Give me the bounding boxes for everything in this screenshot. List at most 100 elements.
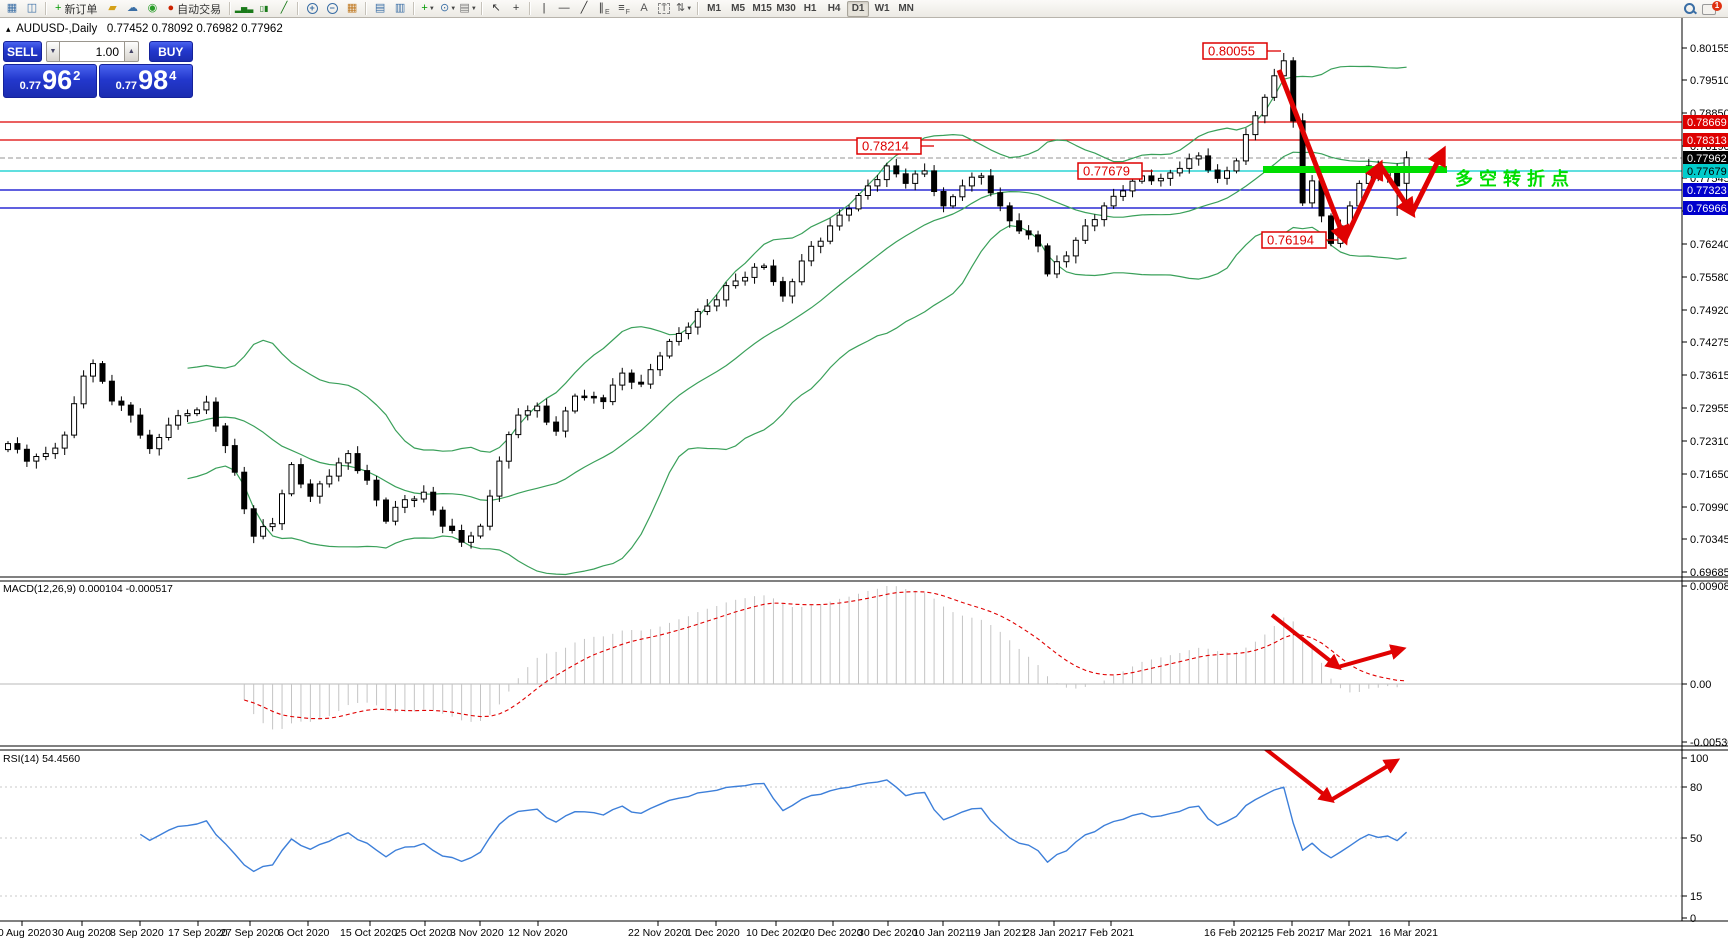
chart-canvas[interactable]: 0.800550.782140.776790.761940.801550.795… xyxy=(0,0,1728,947)
date-label: 15 Oct 2020 xyxy=(340,927,397,939)
zoom-in-icon[interactable]: + xyxy=(302,0,322,17)
timeframe-mn-button[interactable]: MN xyxy=(895,1,917,17)
rsi-panel[interactable] xyxy=(0,747,1682,896)
ohlc-values: 0.77452 0.78092 0.76982 0.77962 xyxy=(107,23,283,35)
arrows-icon[interactable]: ⇅▼ xyxy=(674,0,694,17)
new-order-button[interactable]: +新订单 xyxy=(50,0,102,17)
equidistant-channel-icon-sub: E xyxy=(605,9,610,16)
rsi-tick-label: 0 xyxy=(1690,913,1696,925)
time-axis[interactable]: 20 Aug 202030 Aug 20208 Sep 202017 Sep 2… xyxy=(0,921,1438,939)
svg-text:0.77679: 0.77679 xyxy=(1687,166,1727,178)
buy-price-sup: 4 xyxy=(169,68,176,83)
autotrade-button-icon: ● xyxy=(167,3,174,14)
bar-chart-icon[interactable]: ▂▅▃ xyxy=(234,0,254,17)
rsi-tick-label: 100 xyxy=(1690,753,1708,765)
price-tick-label: 0.80155 xyxy=(1690,43,1728,55)
timeframe-h1-button[interactable]: H1 xyxy=(799,1,821,17)
new-order-button-label: 新订单 xyxy=(64,1,97,17)
toolbar-separator xyxy=(365,2,367,15)
collapse-arrow-icon[interactable]: ▴ xyxy=(6,24,11,34)
price-tick-label: 0.69685 xyxy=(1690,567,1728,579)
timeframe-m30-button[interactable]: M30 xyxy=(775,1,797,17)
macd-tick-label: 0.00 xyxy=(1690,679,1711,691)
autotrade-button-label: 自动交易 xyxy=(177,1,221,17)
data-window-icon[interactable]: ▤ xyxy=(370,0,390,17)
timeframe-w1-button[interactable]: W1 xyxy=(871,1,893,17)
price-tick-label: 0.70345 xyxy=(1690,534,1728,546)
cursor-icon[interactable]: ↖ xyxy=(486,0,506,17)
macd-tick-label: 0.009081 xyxy=(1690,581,1728,593)
date-label: 7 Mar 2021 xyxy=(1319,927,1372,939)
date-label: 25 Oct 2020 xyxy=(395,927,452,939)
price-tick-label: 0.71650 xyxy=(1690,469,1728,481)
date-label: 22 Nov 2020 xyxy=(628,927,688,939)
market-icon[interactable]: ▰ xyxy=(102,0,122,17)
horizontal-line-icon[interactable]: — xyxy=(554,0,574,17)
toolbar-separator xyxy=(229,2,231,15)
profiles-icon[interactable]: ◫ xyxy=(22,0,42,17)
date-label: 17 Sep 2020 xyxy=(168,927,228,939)
svg-text:0.78313: 0.78313 xyxy=(1687,135,1727,147)
sell-button[interactable]: SELL xyxy=(3,41,42,62)
notification-badge: 1 xyxy=(1712,1,1722,11)
line-chart-icon[interactable]: ╱ xyxy=(274,0,294,17)
timeframe-m5-button[interactable]: M5 xyxy=(727,1,749,17)
timeframe-h4-button[interactable]: H4 xyxy=(823,1,845,17)
chart-title: ▴ AUDUSD-,Daily 0.77452 0.78092 0.76982 … xyxy=(6,23,283,35)
arrows-icon-caret[interactable]: ▼ xyxy=(686,6,692,12)
date-label: 20 Aug 2020 xyxy=(0,927,51,939)
tile-windows-icon[interactable]: ▦ xyxy=(342,0,362,17)
main-price-panel[interactable]: 0.800550.782140.776790.76194 xyxy=(0,43,1682,575)
community-icon[interactable]: ☁ xyxy=(122,0,142,17)
date-label: 20 Dec 2020 xyxy=(803,927,863,939)
timeframe-m15-button[interactable]: M15 xyxy=(751,1,773,17)
signals-icon[interactable]: ◉ xyxy=(142,0,162,17)
price-axis[interactable]: 0.801550.795100.788500.781900.775450.768… xyxy=(1682,43,1728,925)
new-chart-icon[interactable]: ▦ xyxy=(2,0,22,17)
add-indicator-icon[interactable]: +▼ xyxy=(418,0,438,17)
sell-price-display[interactable]: 0.77 96 2 xyxy=(3,64,97,98)
zoom-out-icon[interactable]: − xyxy=(322,0,342,17)
volume-down-button[interactable]: ▼ xyxy=(46,41,61,62)
search-icon[interactable] xyxy=(1682,1,1698,16)
periods-icon-caret[interactable]: ▼ xyxy=(450,6,456,12)
price-tick-label: 0.74275 xyxy=(1690,337,1728,349)
text-icon[interactable]: A xyxy=(634,0,654,17)
date-label: 8 Sep 2020 xyxy=(110,927,164,939)
buy-button[interactable]: BUY xyxy=(149,41,193,62)
rsi-tick-label: 50 xyxy=(1690,833,1702,845)
autotrade-button[interactable]: ●自动交易 xyxy=(162,0,226,17)
notifications-icon[interactable]: 1 xyxy=(1702,2,1720,16)
crosshair-icon[interactable]: + xyxy=(506,0,526,17)
macd-tick-label: -0.005306 xyxy=(1690,737,1728,749)
date-label: 7 Feb 2021 xyxy=(1081,927,1134,939)
candle-chart-icon[interactable]: ▯▮ xyxy=(254,0,274,17)
date-label: 28 Jan 2021 xyxy=(1024,927,1082,939)
timeframe-m1-button[interactable]: M1 xyxy=(703,1,725,17)
template-icon[interactable]: ▤▼ xyxy=(458,0,478,17)
fibonacci-icon[interactable]: ≡F xyxy=(614,0,634,17)
vertical-line-icon[interactable]: | xyxy=(534,0,554,17)
toolbar-separator xyxy=(297,2,299,15)
toolbar-separator xyxy=(529,2,531,15)
date-label: 16 Feb 2021 xyxy=(1204,927,1263,939)
equidistant-channel-icon[interactable]: ∥E xyxy=(594,0,614,17)
buy-price-display[interactable]: 0.77 98 4 xyxy=(99,64,193,98)
svg-text:0.78669: 0.78669 xyxy=(1687,117,1727,129)
add-indicator-icon-caret[interactable]: ▼ xyxy=(429,6,435,12)
date-label: 30 Dec 2020 xyxy=(858,927,918,939)
macd-histogram xyxy=(244,586,1406,729)
macd-panel[interactable] xyxy=(0,586,1682,729)
volume-input[interactable]: 1.00 xyxy=(60,41,124,62)
periods-icon[interactable]: ⊙▼ xyxy=(438,0,458,17)
trendline-icon[interactable]: ╱ xyxy=(574,0,594,17)
buy-price-frac: 0.77 xyxy=(116,80,137,92)
volume-up-button[interactable]: ▲ xyxy=(124,41,139,62)
timeframe-d1-button[interactable]: D1 xyxy=(847,1,869,17)
strategy-window-icon[interactable]: ▥ xyxy=(390,0,410,17)
date-label: 16 Mar 2021 xyxy=(1379,927,1438,939)
template-icon-caret[interactable]: ▼ xyxy=(471,6,477,12)
text-label-icon[interactable]: T xyxy=(654,0,674,17)
svg-text:0.78214: 0.78214 xyxy=(862,139,909,154)
price-tick-label: 0.74920 xyxy=(1690,305,1728,317)
